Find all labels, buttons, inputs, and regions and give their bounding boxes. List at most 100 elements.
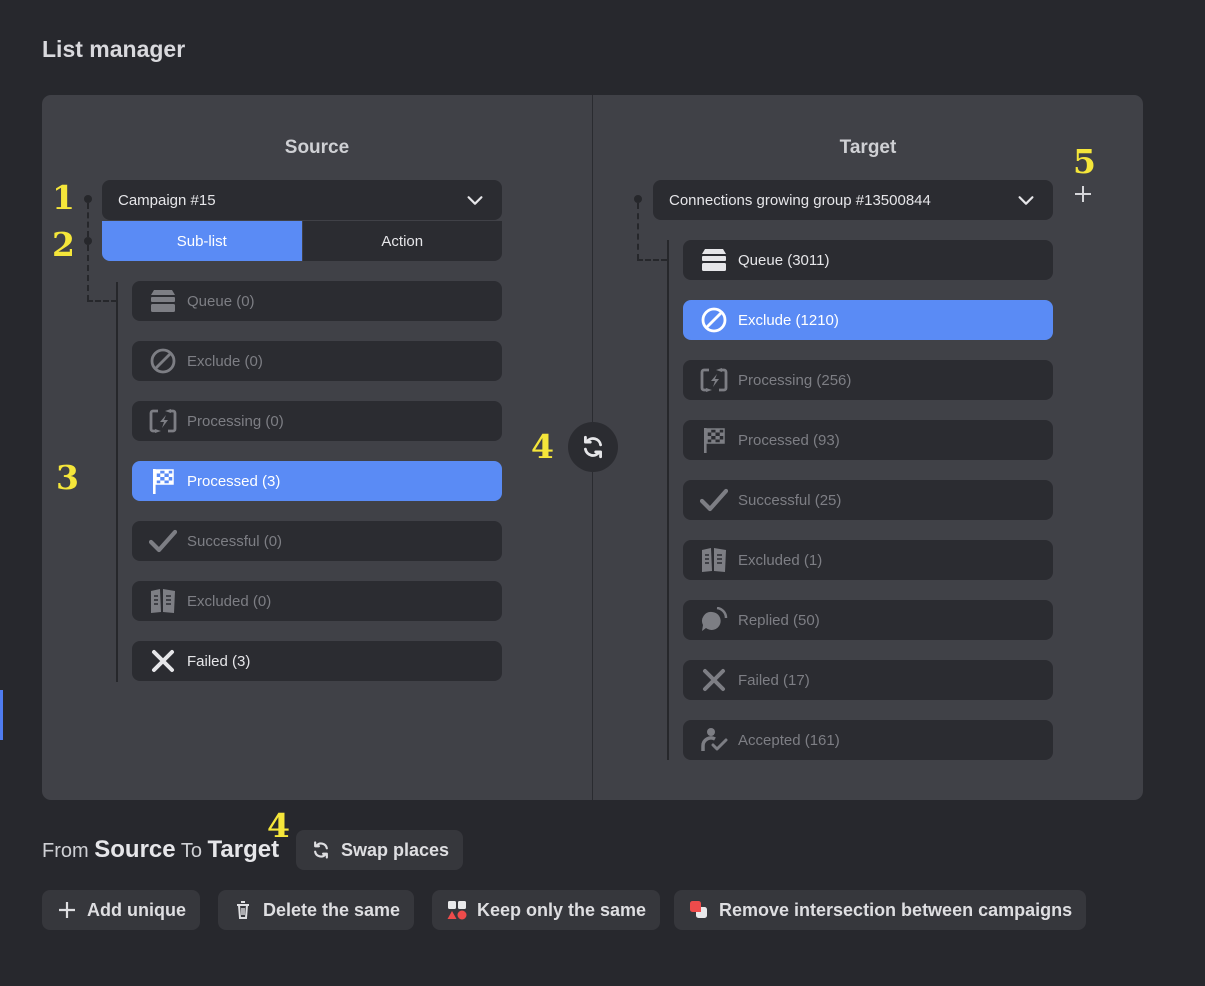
to-text: To bbox=[180, 840, 202, 862]
source-campaign-dropdown[interactable]: Campaign #15 bbox=[102, 180, 502, 220]
processing-icon bbox=[699, 365, 729, 395]
delete-the-same-label: Delete the same bbox=[263, 899, 401, 920]
list-item-x[interactable]: Failed (17) bbox=[683, 660, 1053, 700]
list-item-check[interactable]: Successful (25) bbox=[683, 480, 1053, 520]
left-edge-indicator bbox=[0, 690, 3, 740]
list-item-check[interactable]: Successful (0) bbox=[132, 521, 502, 561]
add-unique-label: Add unique bbox=[87, 899, 186, 920]
list-item-label: Processing (256) bbox=[738, 371, 852, 389]
list-item-queue[interactable]: Queue (3011) bbox=[683, 240, 1053, 280]
list-item-exclude[interactable]: Exclude (1210) bbox=[683, 300, 1053, 340]
list-item-excluded[interactable]: Excluded (0) bbox=[132, 581, 502, 621]
queue-icon bbox=[699, 245, 729, 275]
direction-summary: From Source To Target bbox=[42, 836, 279, 864]
processing-icon bbox=[148, 406, 178, 436]
tree-connector bbox=[87, 245, 89, 301]
target-campaign-dropdown[interactable]: Connections growing group #13500844 bbox=[653, 180, 1053, 220]
list-item-label: Successful (0) bbox=[187, 532, 283, 550]
check-icon bbox=[148, 526, 178, 556]
list-item-replied[interactable]: Replied (50) bbox=[683, 600, 1053, 640]
check-icon bbox=[699, 485, 729, 515]
tree-connector bbox=[87, 203, 89, 237]
chevron-down-icon bbox=[467, 196, 483, 205]
list-item-label: Replied (50) bbox=[738, 611, 820, 629]
trash-icon bbox=[232, 899, 254, 921]
list-manager-panel: Source Campaign #15 Sub-list Action Queu… bbox=[42, 95, 1143, 800]
accepted-icon bbox=[699, 725, 729, 755]
list-item-checkered-flag[interactable]: Processed (93) bbox=[683, 420, 1053, 460]
shapes-icon bbox=[446, 899, 468, 921]
swap-arrows-icon bbox=[310, 839, 332, 861]
list-item-label: Failed (3) bbox=[187, 652, 251, 670]
list-item-label: Queue (0) bbox=[187, 292, 255, 310]
tree-line bbox=[116, 282, 118, 682]
x-icon bbox=[699, 665, 729, 695]
list-item-label: Processed (93) bbox=[738, 431, 840, 449]
list-item-label: Accepted (161) bbox=[738, 731, 840, 749]
tree-line bbox=[667, 240, 669, 760]
source-mode-toggle: Sub-list Action bbox=[102, 221, 502, 261]
keep-only-the-same-label: Keep only the same bbox=[477, 899, 647, 920]
exclude-icon bbox=[148, 346, 178, 376]
list-item-checkered-flag[interactable]: Processed (3) bbox=[132, 461, 502, 501]
list-item-excluded[interactable]: Excluded (1) bbox=[683, 540, 1053, 580]
list-item-label: Excluded (0) bbox=[187, 592, 272, 610]
tree-dot bbox=[84, 237, 92, 245]
page-title: List manager bbox=[42, 36, 186, 62]
annotation-2: 2 bbox=[52, 225, 75, 264]
annotation-4: 4 bbox=[531, 427, 554, 466]
remove-intersection-button[interactable]: Remove intersection between campaigns bbox=[674, 890, 1087, 930]
tree-connector bbox=[637, 203, 639, 260]
tree-connector bbox=[87, 300, 117, 302]
target-text: Target bbox=[207, 836, 280, 863]
swap-arrows-icon bbox=[584, 435, 602, 459]
swap-places-button[interactable]: Swap places bbox=[296, 830, 464, 870]
annotation-5: 5 bbox=[1073, 142, 1096, 181]
queue-icon bbox=[148, 286, 178, 316]
checkered-flag-icon bbox=[148, 466, 178, 496]
list-item-label: Processing (0) bbox=[187, 412, 284, 430]
add-unique-button[interactable]: Add unique bbox=[42, 890, 200, 930]
annotation-1: 1 bbox=[52, 178, 75, 217]
tab-sub-list[interactable]: Sub-list bbox=[102, 221, 302, 261]
tab-action[interactable]: Action bbox=[301, 221, 502, 261]
list-item-label: Exclude (1210) bbox=[738, 311, 839, 329]
list-item-x[interactable]: Failed (3) bbox=[132, 641, 502, 681]
remove-intersection-label: Remove intersection between campaigns bbox=[719, 899, 1073, 920]
delete-the-same-button[interactable]: Delete the same bbox=[218, 890, 415, 930]
source-dropdown-value: Campaign #15 bbox=[118, 191, 216, 209]
replied-icon bbox=[699, 605, 729, 635]
checkered-flag-icon bbox=[699, 425, 729, 455]
tree-dot bbox=[634, 195, 642, 203]
excluded-icon bbox=[148, 586, 178, 616]
intersection-icon bbox=[688, 899, 710, 921]
list-item-processing[interactable]: Processing (256) bbox=[683, 360, 1053, 400]
list-item-processing[interactable]: Processing (0) bbox=[132, 401, 502, 441]
list-item-label: Successful (25) bbox=[738, 491, 842, 509]
excluded-icon bbox=[699, 545, 729, 575]
exclude-icon bbox=[699, 305, 729, 335]
list-item-label: Exclude (0) bbox=[187, 352, 263, 370]
x-icon bbox=[148, 646, 178, 676]
list-item-label: Queue (3011) bbox=[738, 251, 830, 269]
keep-only-the-same-button[interactable]: Keep only the same bbox=[432, 890, 661, 930]
swap-places-label: Swap places bbox=[341, 839, 450, 860]
tree-connector bbox=[637, 259, 667, 261]
list-item-queue[interactable]: Queue (0) bbox=[132, 281, 502, 321]
source-text: Source bbox=[94, 836, 176, 863]
annotation-3: 3 bbox=[56, 458, 79, 497]
target-dropdown-value: Connections growing group #13500844 bbox=[669, 191, 931, 209]
from-text: From bbox=[42, 840, 89, 862]
list-item-label: Failed (17) bbox=[738, 671, 810, 689]
chevron-down-icon bbox=[1018, 196, 1034, 205]
list-item-exclude[interactable]: Exclude (0) bbox=[132, 341, 502, 381]
add-target-button[interactable] bbox=[1071, 182, 1095, 206]
tree-dot bbox=[84, 195, 92, 203]
list-item-label: Excluded (1) bbox=[738, 551, 823, 569]
list-item-accepted[interactable]: Accepted (161) bbox=[683, 720, 1053, 760]
swap-circle-button[interactable] bbox=[568, 422, 618, 472]
source-title: Source bbox=[284, 137, 350, 158]
list-item-label: Processed (3) bbox=[187, 472, 281, 490]
plus-icon bbox=[1075, 186, 1091, 202]
plus-icon bbox=[56, 899, 78, 921]
